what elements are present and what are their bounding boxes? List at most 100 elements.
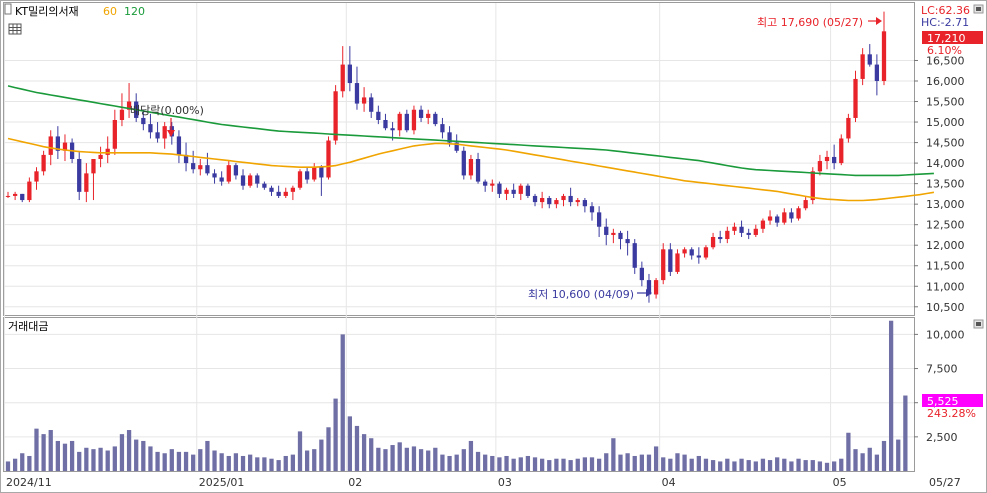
volume-panel-collapse-button[interactable] bbox=[973, 319, 984, 329]
volume-tick-label: 7,500 bbox=[926, 363, 958, 376]
candle-body bbox=[618, 232, 623, 240]
volume-bar bbox=[454, 454, 459, 471]
volume-bar bbox=[426, 450, 431, 471]
candle-body bbox=[304, 171, 310, 180]
volume-bar bbox=[518, 457, 523, 471]
x-axis-label: 2024/11 bbox=[6, 476, 52, 489]
candle-body bbox=[796, 208, 801, 219]
volume-bar bbox=[782, 458, 787, 471]
volume-bar bbox=[91, 449, 96, 471]
candle-body bbox=[426, 113, 431, 118]
candle-body bbox=[48, 136, 53, 155]
volume-bar bbox=[540, 458, 545, 471]
volume-bar bbox=[383, 449, 388, 471]
volume-bar bbox=[604, 453, 609, 471]
volume-bar bbox=[34, 428, 39, 471]
volume-bar bbox=[269, 458, 274, 471]
volume-bar bbox=[219, 453, 224, 471]
candle-body bbox=[732, 226, 737, 231]
candle-body bbox=[632, 243, 637, 268]
low-annotation: 최저 10,600 (04/09) bbox=[528, 288, 634, 301]
candle-body bbox=[518, 185, 523, 194]
volume-bar bbox=[248, 454, 253, 471]
volume-bar bbox=[839, 458, 844, 471]
volume-bar bbox=[832, 461, 837, 471]
candle-body bbox=[176, 136, 182, 155]
dividend-annotation: 배당락(0.00%) bbox=[130, 104, 204, 117]
volume-bar bbox=[796, 458, 801, 471]
candle-body bbox=[881, 31, 887, 81]
candle-body bbox=[354, 83, 360, 104]
volume-bar bbox=[183, 451, 189, 471]
high-annotation: 최고 17,690 (05/27) bbox=[757, 16, 863, 29]
candle-body bbox=[540, 198, 545, 203]
volume-bar bbox=[105, 450, 110, 471]
volume-bar bbox=[661, 457, 666, 471]
volume-bar bbox=[169, 449, 174, 471]
legend-toggle-icon[interactable] bbox=[4, 3, 12, 15]
volume-bar bbox=[789, 461, 794, 471]
volume-bar bbox=[511, 458, 516, 471]
volume-bar bbox=[881, 440, 887, 471]
candle-body bbox=[233, 165, 239, 176]
candle-body bbox=[376, 111, 381, 120]
price-tick-label: 16,000 bbox=[926, 75, 965, 88]
price-tick-label: 10,500 bbox=[926, 301, 965, 314]
volume-bar bbox=[376, 447, 381, 471]
candle-body bbox=[589, 206, 595, 213]
volume-title: 거래대금 bbox=[8, 320, 48, 333]
volume-bar bbox=[903, 395, 908, 471]
volume-bar bbox=[504, 455, 509, 471]
candle-body bbox=[554, 200, 559, 205]
volume-bar bbox=[682, 454, 687, 471]
volume-bar bbox=[290, 454, 296, 471]
volume-bar bbox=[554, 458, 559, 471]
candle-body bbox=[689, 249, 694, 256]
candle-body bbox=[710, 237, 716, 248]
candle-body bbox=[547, 198, 552, 205]
volume-bar bbox=[725, 458, 730, 471]
volume-bar bbox=[532, 457, 538, 471]
candle-body bbox=[383, 120, 388, 129]
volume-bar bbox=[162, 453, 167, 471]
candle-body bbox=[611, 232, 616, 235]
candle-body bbox=[832, 156, 837, 164]
volume-bar bbox=[860, 453, 865, 471]
candle-body bbox=[347, 64, 352, 84]
volume-bar bbox=[703, 458, 709, 471]
volume-bar bbox=[817, 461, 823, 471]
volume-bar bbox=[710, 460, 716, 471]
volume-bar bbox=[718, 461, 723, 471]
candle-body bbox=[91, 159, 96, 174]
candle-body bbox=[668, 249, 673, 272]
candle-body bbox=[468, 159, 474, 176]
volume-bar bbox=[20, 453, 25, 471]
candle-body bbox=[639, 267, 644, 281]
volume-bar bbox=[896, 439, 901, 471]
x-axis-label: 05 bbox=[833, 476, 847, 489]
candle-body bbox=[653, 280, 659, 295]
volume-bar bbox=[810, 460, 815, 471]
candle-body bbox=[283, 191, 288, 196]
price-panel-collapse-button[interactable] bbox=[973, 4, 984, 14]
volume-bar bbox=[589, 457, 595, 471]
candle-body bbox=[433, 113, 438, 125]
volume-bar bbox=[653, 446, 659, 471]
volume-bar bbox=[632, 455, 637, 471]
volume-bar bbox=[760, 458, 766, 471]
candle-body bbox=[810, 171, 815, 201]
volume-bar bbox=[433, 447, 438, 471]
volume-bar bbox=[397, 442, 402, 471]
volume-bar bbox=[212, 450, 217, 471]
volume-bar bbox=[746, 460, 751, 471]
candle-body bbox=[397, 113, 402, 131]
volume-bar bbox=[369, 438, 374, 471]
candle-body bbox=[475, 159, 481, 182]
grid-toggle-icon[interactable] bbox=[8, 23, 22, 35]
candle-body bbox=[12, 193, 18, 196]
candle-body bbox=[404, 113, 409, 131]
volume-bar bbox=[119, 434, 125, 471]
price-tick-label: 12,500 bbox=[926, 219, 965, 232]
volume-bar bbox=[205, 440, 210, 471]
candle-body bbox=[575, 200, 580, 203]
